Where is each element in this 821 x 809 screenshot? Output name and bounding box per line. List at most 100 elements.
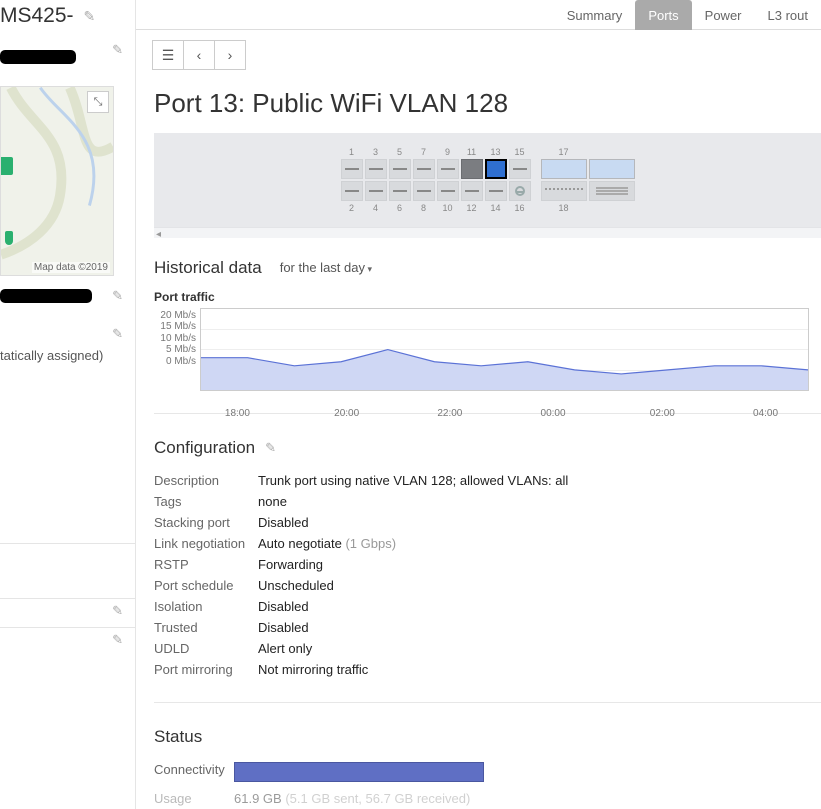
port-3[interactable] — [365, 159, 387, 179]
time-range-dropdown[interactable]: for the last day — [280, 260, 372, 275]
port-number: 14 — [485, 203, 507, 213]
tab-summary[interactable]: Summary — [554, 0, 636, 30]
pencil-icon[interactable]: ✎ — [112, 603, 123, 619]
config-key: Tags — [154, 494, 258, 509]
tab-bar: Summary Ports Power L3 rout — [136, 0, 821, 30]
port-12[interactable] — [461, 181, 483, 201]
section-title-status: Status — [154, 727, 202, 747]
chevron-left-icon[interactable]: ◂ — [154, 228, 163, 241]
pencil-icon[interactable]: ✎ — [112, 288, 123, 304]
port-uplink-a[interactable] — [589, 159, 635, 179]
port-2[interactable] — [341, 181, 363, 201]
historical-label: Historical data — [154, 258, 262, 278]
port-7[interactable] — [413, 159, 435, 179]
y-tick: 20 Mb/s — [160, 310, 196, 321]
port-number: 12 — [461, 203, 483, 213]
port-11[interactable] — [461, 159, 483, 179]
port-18[interactable] — [541, 181, 587, 201]
port-number: 2 — [341, 203, 363, 213]
redacted-text — [0, 289, 92, 303]
device-name: MS425- — [0, 4, 74, 28]
port-14[interactable] — [485, 181, 507, 201]
port-number: 18 — [541, 203, 587, 213]
port-4[interactable] — [365, 181, 387, 201]
port-number: 4 — [365, 203, 387, 213]
port-number: 9 — [437, 147, 459, 157]
redacted-text — [0, 50, 76, 64]
pencil-icon[interactable]: ✎ — [84, 8, 96, 25]
port-number: 16 — [509, 203, 531, 213]
list-icon[interactable]: ☰ — [152, 40, 184, 70]
tab-l3-routing[interactable]: L3 rout — [755, 0, 821, 30]
port-traffic-chart: 20 Mb/s15 Mb/s10 Mb/s5 Mb/s0 Mb/s 18:002… — [154, 308, 809, 391]
expand-icon[interactable]: ⤡ — [87, 91, 109, 113]
port-16[interactable] — [509, 181, 531, 201]
config-key: Port schedule — [154, 578, 258, 593]
y-tick: 10 Mb/s — [160, 333, 196, 344]
config-key: Description — [154, 473, 258, 488]
config-key: RSTP — [154, 557, 258, 572]
horizontal-scrollbar[interactable]: ◂ — [154, 227, 821, 238]
config-key: UDLD — [154, 641, 258, 656]
port-number: 10 — [437, 203, 459, 213]
config-value: Forwarding — [258, 557, 323, 572]
tab-ports[interactable]: Ports — [635, 0, 691, 30]
port-6[interactable] — [389, 181, 411, 201]
ip-assignment-text: tatically assigned) — [0, 346, 135, 363]
y-tick: 15 Mb/s — [160, 321, 196, 332]
port-uplink-b[interactable] — [589, 181, 635, 201]
status-usage-value: 61.9 GB — [234, 791, 282, 806]
config-value: Unscheduled — [258, 578, 334, 593]
pencil-icon[interactable]: ✎ — [112, 632, 123, 648]
port-number: 1 — [341, 147, 363, 157]
port-number: 7 — [413, 147, 435, 157]
config-key: Isolation — [154, 599, 258, 614]
x-tick: 00:00 — [541, 408, 566, 419]
x-tick: 20:00 — [334, 408, 359, 419]
status-usage-detail: (5.1 GB sent, 56.7 GB received) — [285, 791, 470, 806]
chart-title: Port traffic — [154, 290, 821, 304]
config-value: Alert only — [258, 641, 312, 656]
port-number: 13 — [485, 147, 507, 157]
port-number: 11 — [461, 147, 483, 157]
switch-port-diagram: 13579111315 246810121416 17 18 — [154, 133, 821, 227]
pencil-icon[interactable]: ✎ — [112, 42, 123, 58]
config-value: Not mirroring traffic — [258, 662, 368, 677]
port-15[interactable] — [509, 159, 531, 179]
port-number: 8 — [413, 203, 435, 213]
port-13[interactable] — [485, 159, 507, 179]
port-17[interactable] — [541, 159, 587, 179]
connectivity-bar — [234, 762, 484, 782]
status-key-connectivity: Connectivity — [154, 762, 234, 785]
y-tick: 5 Mb/s — [166, 344, 196, 355]
config-value: Disabled — [258, 515, 309, 530]
map-marker-icon — [5, 231, 13, 245]
chevron-left-icon[interactable]: ‹ — [183, 40, 215, 70]
tab-power[interactable]: Power — [692, 0, 755, 30]
port-8[interactable] — [413, 181, 435, 201]
port-9[interactable] — [437, 159, 459, 179]
config-value: Trunk port using native VLAN 128; allowe… — [258, 473, 568, 488]
port-number: 6 — [389, 203, 411, 213]
x-tick: 18:00 — [225, 408, 250, 419]
chevron-right-icon[interactable]: › — [214, 40, 246, 70]
pencil-icon[interactable]: ✎ — [265, 440, 276, 456]
config-key: Stacking port — [154, 515, 258, 530]
map-thumbnail[interactable]: ⤡ Map data ©2019 — [0, 86, 114, 276]
port-10[interactable] — [437, 181, 459, 201]
pencil-icon[interactable]: ✎ — [112, 326, 123, 342]
section-title-configuration: Configuration — [154, 438, 255, 458]
config-key: Link negotiation — [154, 536, 258, 551]
x-tick: 22:00 — [437, 408, 462, 419]
map-attribution: Map data ©2019 — [32, 262, 110, 273]
port-nav-toolbar: ☰ ‹ › — [152, 40, 821, 70]
x-tick: 02:00 — [650, 408, 675, 419]
config-key: Port mirroring — [154, 662, 258, 677]
config-value: Auto negotiate (1 Gbps) — [258, 536, 396, 551]
page-title: Port 13: Public WiFi VLAN 128 — [154, 88, 821, 119]
config-value: none — [258, 494, 287, 509]
status-key-usage: Usage — [154, 791, 234, 806]
config-key: Trusted — [154, 620, 258, 635]
port-5[interactable] — [389, 159, 411, 179]
port-1[interactable] — [341, 159, 363, 179]
